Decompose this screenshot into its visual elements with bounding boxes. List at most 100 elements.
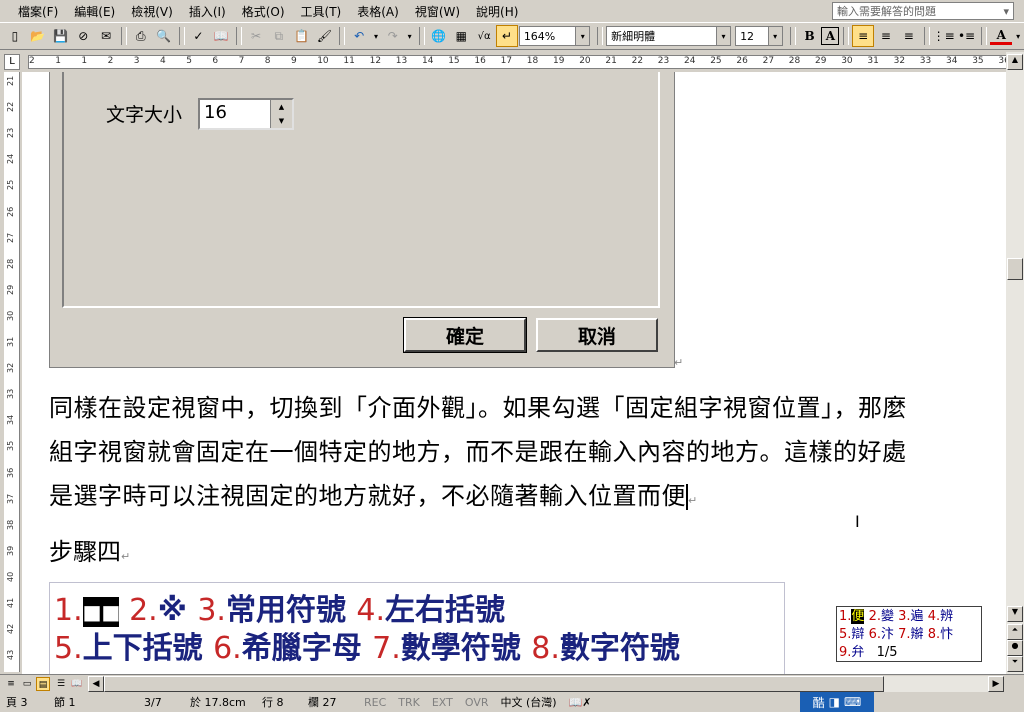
ime-candidate[interactable]: 遍 <box>911 609 924 624</box>
ime-candidate[interactable]: 辨 <box>940 609 953 624</box>
tab-selector[interactable]: L <box>4 54 20 70</box>
ime-candidate-row: 5.辯 6.汴 7.辮 8.忭 <box>839 626 979 644</box>
numbered-list-icon[interactable]: ⋮≡ <box>933 25 955 47</box>
toolbar-separator <box>981 27 988 45</box>
print-preview-icon[interactable]: 🔍 <box>153 25 175 47</box>
vruler-tick-label: 21 <box>6 75 15 86</box>
align-center-icon[interactable]: ≡ <box>875 25 897 47</box>
save-icon[interactable]: 💾 <box>50 25 72 47</box>
help-search-box[interactable]: 輸入需要解答的問題 ▾ <box>832 2 1014 20</box>
ime-shape-icon[interactable]: ◨ <box>829 695 840 709</box>
ruler-tick-label: 16 <box>474 56 486 66</box>
reading-view-icon[interactable]: 📖 <box>70 677 84 691</box>
format-painter-icon[interactable]: 🖌 <box>313 25 335 47</box>
font-size-combo[interactable]: 12 ▾ <box>735 26 783 46</box>
email-icon[interactable]: ✉ <box>95 25 117 47</box>
font-color-button[interactable]: A <box>990 27 1013 45</box>
character-border-button[interactable]: A <box>821 27 840 45</box>
vertical-ruler: 21 22 23 24 25 26 27 28 29 30 31 32 33 34 35 36 37 38 39 40… <box>4 72 20 672</box>
undo-icon[interactable]: ↶ <box>348 25 370 47</box>
horizontal-scrollbar[interactable]: ◀ ▶ <box>88 676 1004 692</box>
menu-insert[interactable]: 插入(I) <box>181 1 234 22</box>
ruler-tick-label: 12 <box>369 56 382 66</box>
vertical-scrollbar[interactable]: ▲ ▼ ⏶ ● ⏷ <box>1006 52 1024 674</box>
hscroll-thumb[interactable] <box>104 676 884 692</box>
status-bar: 頁 3 節 1 3/7 於 17.8cm 行 8 欄 27 REC TRK EX… <box>0 692 1024 712</box>
status-ext[interactable]: EXT <box>426 696 459 709</box>
chevron-down-icon[interactable]: ▾ <box>575 27 590 45</box>
status-trk[interactable]: TRK <box>392 696 426 709</box>
normal-view-icon[interactable]: ≡ <box>4 677 18 691</box>
bulleted-list-icon[interactable]: •≡ <box>956 25 978 47</box>
menu-edit[interactable]: 編輯(E) <box>66 1 123 22</box>
ime-candidate[interactable]: 弁 <box>851 645 864 660</box>
web-layout-icon[interactable]: ▭ <box>20 677 34 691</box>
ime-candidate[interactable]: 辮 <box>911 627 924 642</box>
cut-icon[interactable]: ✂ <box>245 25 267 47</box>
ime-mode-label[interactable]: 酷 <box>813 694 825 711</box>
menu-format[interactable]: 格式(O) <box>234 1 293 22</box>
ime-keyboard-icon[interactable]: ⌨ <box>844 695 861 709</box>
vruler-tick-label: 28 <box>6 258 15 269</box>
font-color-dropdown-icon[interactable]: ▾ <box>1013 25 1023 47</box>
print-layout-icon[interactable]: ▤ <box>36 677 50 691</box>
equation-icon[interactable]: √α <box>473 25 495 47</box>
scroll-thumb[interactable] <box>1007 258 1023 280</box>
horizontal-ruler[interactable]: 2 1 1 2 3 4 5 6 7 8 9 10 11 12 13 14 15 16 17 18 19 20 21 22 23 2… <box>28 55 1008 69</box>
permission-icon[interactable]: ⊘ <box>72 25 94 47</box>
menu-help[interactable]: 說明(H) <box>468 1 526 22</box>
font-combo[interactable]: 新細明體 ▾ <box>606 26 732 46</box>
scroll-right-icon[interactable]: ▶ <box>988 676 1004 692</box>
research-icon[interactable]: 📖 <box>210 25 232 47</box>
ime-candidate-selected[interactable]: 便 <box>851 609 865 624</box>
zoom-combo[interactable]: 164% ▾ <box>518 26 591 46</box>
insert-table-icon[interactable]: ▦ <box>450 25 472 47</box>
menu-window[interactable]: 視窗(W) <box>407 1 468 22</box>
ime-candidate[interactable]: 變 <box>881 609 894 624</box>
document-canvas[interactable]: 文字大小 16 ▲ ▼ 確定 取消 ↵ 同樣在設定視窗中，切換到「介面外觀」。如… <box>22 72 1006 674</box>
print-icon[interactable]: ⎙ <box>130 25 152 47</box>
show-hide-icon[interactable]: ↵ <box>496 25 518 47</box>
redo-icon[interactable]: ↷ <box>382 25 404 47</box>
align-right-icon[interactable]: ≡ <box>898 25 920 47</box>
vruler-tick-label: 31 <box>6 336 15 347</box>
next-page-icon[interactable]: ⏷ <box>1007 656 1023 672</box>
spelling-icon[interactable]: ✓ <box>188 25 210 47</box>
bold-button[interactable]: B <box>799 25 821 47</box>
scroll-down-icon[interactable]: ▼ <box>1007 606 1023 622</box>
menu-tools[interactable]: 工具(T) <box>293 1 350 22</box>
chevron-down-icon[interactable]: ▾ <box>1003 5 1009 18</box>
menu-view[interactable]: 檢視(V) <box>123 1 181 22</box>
status-ovr[interactable]: OVR <box>459 696 495 709</box>
open-folder-icon[interactable]: 📂 <box>27 25 49 47</box>
ime-candidate-row: 1.便 2.變 3.遍 4.辨 <box>839 608 979 626</box>
toolbar-separator <box>236 27 243 45</box>
scroll-up-icon[interactable]: ▲ <box>1007 54 1023 70</box>
undo-dropdown-icon[interactable]: ▾ <box>371 25 381 47</box>
chevron-down-icon[interactable]: ▾ <box>767 27 782 45</box>
ime-candidate[interactable]: 辯 <box>851 627 864 642</box>
menu-file[interactable]: 檔案(F) <box>10 1 66 22</box>
outline-view-icon[interactable]: ☰ <box>54 677 68 691</box>
symbol-block: ■■ <box>82 596 120 627</box>
ime-candidate[interactable]: 汴 <box>881 627 894 642</box>
ruler-tick-label: 24 <box>684 56 696 66</box>
status-rec[interactable]: REC <box>358 696 392 709</box>
previous-page-icon[interactable]: ⏶ <box>1007 624 1023 640</box>
scroll-left-icon[interactable]: ◀ <box>88 676 104 692</box>
hyperlink-icon[interactable]: 🌐 <box>428 25 450 47</box>
ime-toolbar[interactable]: 酷 ◨ ⌨ <box>800 692 874 712</box>
ime-candidate-num: 2. <box>868 609 881 624</box>
ime-candidate[interactable]: 忭 <box>940 627 953 642</box>
redo-dropdown-icon[interactable]: ▾ <box>405 25 415 47</box>
menu-table[interactable]: 表格(A) <box>349 1 407 22</box>
chevron-down-icon[interactable]: ▾ <box>716 27 731 45</box>
spelling-status-icon[interactable]: 📖✗ <box>563 696 598 709</box>
ruler-tick-label: 26 <box>736 56 748 66</box>
copy-icon[interactable]: ⧉ <box>268 25 290 47</box>
paste-icon[interactable]: 📋 <box>291 25 313 47</box>
browse-object-icon[interactable]: ● <box>1007 640 1023 656</box>
new-document-icon[interactable]: ▯ <box>4 25 26 47</box>
align-left-icon[interactable]: ≡ <box>852 25 875 47</box>
paragraph-line-text: 是選字時可以注視固定的地方就好，不必隨著輸入位置而便 <box>49 482 686 510</box>
